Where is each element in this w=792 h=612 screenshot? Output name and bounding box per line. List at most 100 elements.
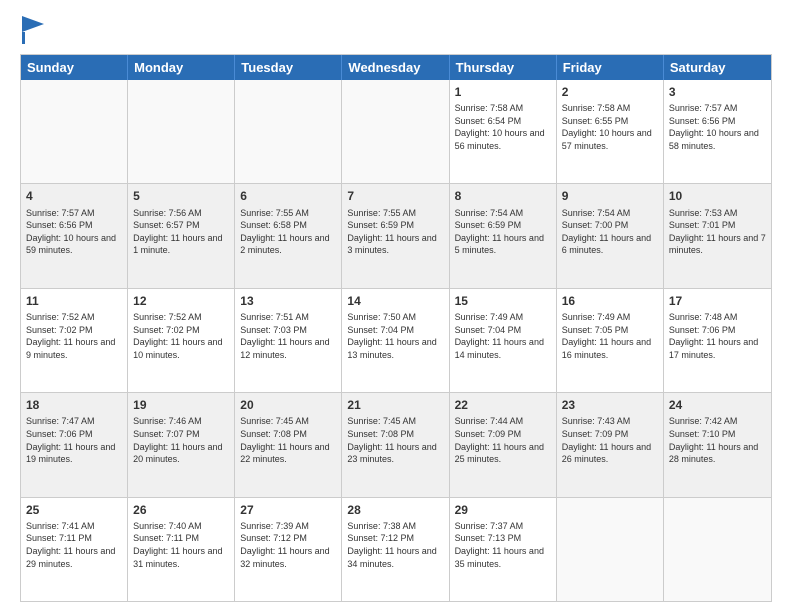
logo-flag-icon (22, 16, 44, 44)
calendar-cell: 23 Sunrise: 7:43 AMSunset: 7:09 PMDayligh… (557, 393, 664, 496)
day-number: 27 (240, 502, 336, 518)
calendar-cell (21, 80, 128, 183)
calendar-cell: 6 Sunrise: 7:55 AMSunset: 6:58 PMDaylight… (235, 184, 342, 287)
calendar-cell: 15 Sunrise: 7:49 AMSunset: 7:04 PMDayligh… (450, 289, 557, 392)
day-info: Sunrise: 7:44 AMSunset: 7:09 PMDaylight:… (455, 415, 551, 465)
calendar-cell: 11 Sunrise: 7:52 AMSunset: 7:02 PMDayligh… (21, 289, 128, 392)
calendar-body: 1 Sunrise: 7:58 AMSunset: 6:54 PMDaylight… (21, 80, 771, 601)
day-number: 24 (669, 397, 766, 413)
day-number: 18 (26, 397, 122, 413)
day-info: Sunrise: 7:57 AMSunset: 6:56 PMDaylight:… (26, 207, 122, 257)
day-info: Sunrise: 7:47 AMSunset: 7:06 PMDaylight:… (26, 415, 122, 465)
day-info: Sunrise: 7:40 AMSunset: 7:11 PMDaylight:… (133, 520, 229, 570)
day-info: Sunrise: 7:38 AMSunset: 7:12 PMDaylight:… (347, 520, 443, 570)
calendar-cell: 10 Sunrise: 7:53 AMSunset: 7:01 PMDayligh… (664, 184, 771, 287)
calendar-row-0: 1 Sunrise: 7:58 AMSunset: 6:54 PMDaylight… (21, 80, 771, 183)
calendar-cell: 7 Sunrise: 7:55 AMSunset: 6:59 PMDaylight… (342, 184, 449, 287)
day-info: Sunrise: 7:55 AMSunset: 6:59 PMDaylight:… (347, 207, 443, 257)
calendar-row-1: 4 Sunrise: 7:57 AMSunset: 6:56 PMDaylight… (21, 183, 771, 287)
calendar: SundayMondayTuesdayWednesdayThursdayFrid… (20, 54, 772, 602)
calendar-cell: 29Sunrise: 7:37 AMSunset: 7:13 PMDayligh… (450, 498, 557, 601)
day-number: 19 (133, 397, 229, 413)
day-of-week-wednesday: Wednesday (342, 55, 449, 80)
calendar-cell: 3 Sunrise: 7:57 AMSunset: 6:56 PMDaylight… (664, 80, 771, 183)
day-number: 25 (26, 502, 122, 518)
calendar-cell: 27 Sunrise: 7:39 AMSunset: 7:12 PMDayligh… (235, 498, 342, 601)
day-info: Sunrise: 7:48 AMSunset: 7:06 PMDaylight:… (669, 311, 766, 361)
day-number: 14 (347, 293, 443, 309)
day-info: Sunrise: 7:52 AMSunset: 7:02 PMDaylight:… (26, 311, 122, 361)
calendar-cell: 8Sunrise: 7:54 AMSunset: 6:59 PMDaylight… (450, 184, 557, 287)
calendar-cell: 24 Sunrise: 7:42 AMSunset: 7:10 PMDayligh… (664, 393, 771, 496)
day-of-week-friday: Friday (557, 55, 664, 80)
day-number: 9 (562, 188, 658, 204)
day-number: 28 (347, 502, 443, 518)
calendar-cell: 16 Sunrise: 7:49 AMSunset: 7:05 PMDayligh… (557, 289, 664, 392)
calendar-cell: 25Sunrise: 7:41 AMSunset: 7:11 PMDayligh… (21, 498, 128, 601)
day-of-week-monday: Monday (128, 55, 235, 80)
day-number: 6 (240, 188, 336, 204)
day-info: Sunrise: 7:50 AMSunset: 7:04 PMDaylight:… (347, 311, 443, 361)
calendar-cell (342, 80, 449, 183)
calendar-header: SundayMondayTuesdayWednesdayThursdayFrid… (21, 55, 771, 80)
day-number: 23 (562, 397, 658, 413)
day-number: 16 (562, 293, 658, 309)
day-info: Sunrise: 7:58 AMSunset: 6:55 PMDaylight:… (562, 102, 658, 152)
day-number: 21 (347, 397, 443, 413)
day-of-week-tuesday: Tuesday (235, 55, 342, 80)
day-number: 3 (669, 84, 766, 100)
calendar-cell: 22 Sunrise: 7:44 AMSunset: 7:09 PMDayligh… (450, 393, 557, 496)
header (20, 16, 772, 44)
day-number: 12 (133, 293, 229, 309)
day-of-week-saturday: Saturday (664, 55, 771, 80)
calendar-cell: 12 Sunrise: 7:52 AMSunset: 7:02 PMDayligh… (128, 289, 235, 392)
calendar-cell: 19 Sunrise: 7:46 AMSunset: 7:07 PMDayligh… (128, 393, 235, 496)
calendar-cell: 26 Sunrise: 7:40 AMSunset: 7:11 PMDayligh… (128, 498, 235, 601)
day-info: Sunrise: 7:51 AMSunset: 7:03 PMDaylight:… (240, 311, 336, 361)
day-of-week-thursday: Thursday (450, 55, 557, 80)
day-info: Sunrise: 7:53 AMSunset: 7:01 PMDaylight:… (669, 207, 766, 257)
calendar-cell: 18 Sunrise: 7:47 AMSunset: 7:06 PMDayligh… (21, 393, 128, 496)
day-info: Sunrise: 7:45 AMSunset: 7:08 PMDaylight:… (240, 415, 336, 465)
calendar-row-3: 18 Sunrise: 7:47 AMSunset: 7:06 PMDayligh… (21, 392, 771, 496)
day-number: 22 (455, 397, 551, 413)
day-of-week-sunday: Sunday (21, 55, 128, 80)
day-info: Sunrise: 7:54 AMSunset: 6:59 PMDaylight:… (455, 207, 551, 257)
calendar-cell: 28 Sunrise: 7:38 AMSunset: 7:12 PMDayligh… (342, 498, 449, 601)
day-info: Sunrise: 7:49 AMSunset: 7:04 PMDaylight:… (455, 311, 551, 361)
day-number: 11 (26, 293, 122, 309)
day-info: Sunrise: 7:54 AMSunset: 7:00 PMDaylight:… (562, 207, 658, 257)
day-number: 15 (455, 293, 551, 309)
day-info: Sunrise: 7:39 AMSunset: 7:12 PMDaylight:… (240, 520, 336, 570)
calendar-cell (235, 80, 342, 183)
day-info: Sunrise: 7:46 AMSunset: 7:07 PMDaylight:… (133, 415, 229, 465)
day-info: Sunrise: 7:55 AMSunset: 6:58 PMDaylight:… (240, 207, 336, 257)
calendar-cell: 1 Sunrise: 7:58 AMSunset: 6:54 PMDaylight… (450, 80, 557, 183)
day-number: 1 (455, 84, 551, 100)
day-number: 4 (26, 188, 122, 204)
day-number: 10 (669, 188, 766, 204)
calendar-cell (557, 498, 664, 601)
day-info: Sunrise: 7:57 AMSunset: 6:56 PMDaylight:… (669, 102, 766, 152)
day-info: Sunrise: 7:43 AMSunset: 7:09 PMDaylight:… (562, 415, 658, 465)
day-number: 2 (562, 84, 658, 100)
day-number: 26 (133, 502, 229, 518)
calendar-row-4: 25Sunrise: 7:41 AMSunset: 7:11 PMDayligh… (21, 497, 771, 601)
day-info: Sunrise: 7:52 AMSunset: 7:02 PMDaylight:… (133, 311, 229, 361)
calendar-cell: 9 Sunrise: 7:54 AMSunset: 7:00 PMDaylight… (557, 184, 664, 287)
calendar-cell: 20 Sunrise: 7:45 AMSunset: 7:08 PMDayligh… (235, 393, 342, 496)
day-number: 13 (240, 293, 336, 309)
day-number: 5 (133, 188, 229, 204)
day-number: 20 (240, 397, 336, 413)
calendar-cell (128, 80, 235, 183)
page: SundayMondayTuesdayWednesdayThursdayFrid… (0, 0, 792, 612)
day-number: 17 (669, 293, 766, 309)
day-info: Sunrise: 7:45 AMSunset: 7:08 PMDaylight:… (347, 415, 443, 465)
day-info: Sunrise: 7:49 AMSunset: 7:05 PMDaylight:… (562, 311, 658, 361)
day-info: Sunrise: 7:58 AMSunset: 6:54 PMDaylight:… (455, 102, 551, 152)
calendar-cell (664, 498, 771, 601)
day-info: Sunrise: 7:42 AMSunset: 7:10 PMDaylight:… (669, 415, 766, 465)
calendar-cell: 4 Sunrise: 7:57 AMSunset: 6:56 PMDaylight… (21, 184, 128, 287)
calendar-cell: 14 Sunrise: 7:50 AMSunset: 7:04 PMDayligh… (342, 289, 449, 392)
day-number: 7 (347, 188, 443, 204)
